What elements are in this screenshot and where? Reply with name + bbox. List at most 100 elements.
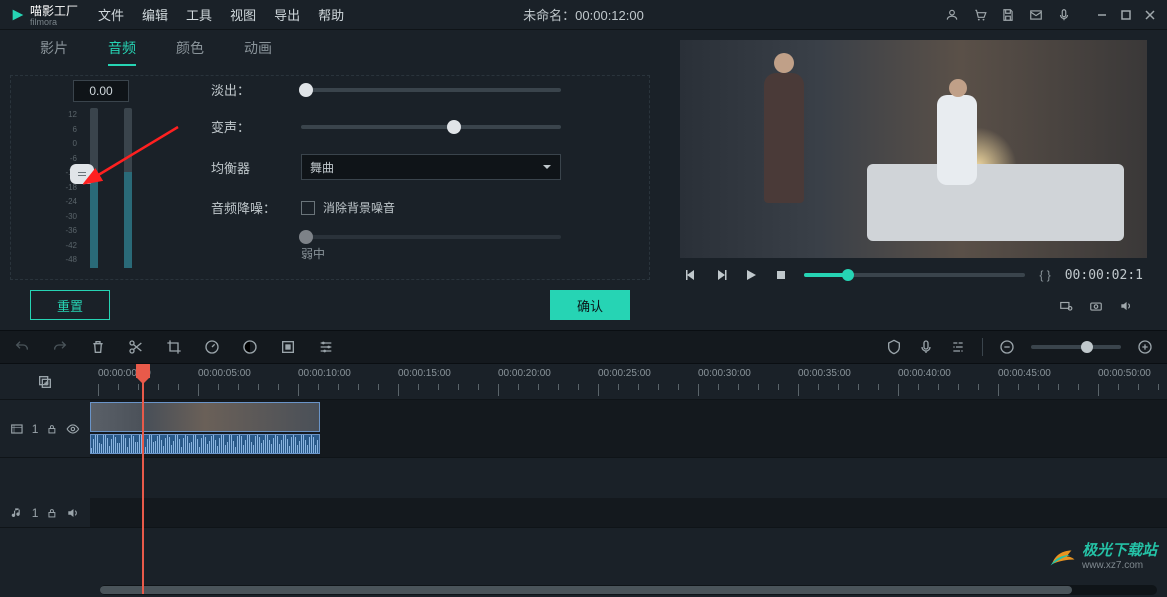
lock-icon[interactable] xyxy=(46,507,58,519)
preview-extra-controls xyxy=(670,292,1157,320)
audio-track-num: 1 xyxy=(32,506,39,520)
playback-progress[interactable] xyxy=(804,273,1025,277)
watermark: 极光下载站 www.xz7.com xyxy=(1046,539,1157,571)
app-name: 喵影工厂 xyxy=(30,4,78,18)
main-menu: 文件 编辑 工具 视图 导出 帮助 xyxy=(98,5,344,24)
quality-icon[interactable] xyxy=(1059,299,1073,313)
tab-video[interactable]: 影片 xyxy=(40,38,68,66)
timeline-toolbar xyxy=(0,330,1167,364)
video-clip[interactable] xyxy=(90,402,320,432)
denoise-checkbox[interactable] xyxy=(301,201,315,215)
timeline-tracks[interactable]: 00:00:00:0000:00:05:0000:00:10:0000:00:1… xyxy=(90,364,1167,594)
mixer-button[interactable] xyxy=(950,339,966,355)
chevron-down-icon xyxy=(542,162,552,172)
audio-controls: 淡出： 变声： 均衡器 舞曲 音频降噪： xyxy=(191,76,649,279)
volume-icon[interactable] xyxy=(1119,299,1133,313)
equalizer-select[interactable]: 舞曲 xyxy=(301,154,561,180)
playback-controls: { } 00:00:02:1 xyxy=(670,258,1157,292)
menu-help[interactable]: 帮助 xyxy=(318,5,344,24)
timeline: 1 1 00:00:00:0000:00:05:0000:00:10:0000:… xyxy=(0,364,1167,594)
menu-file[interactable]: 文件 xyxy=(98,5,124,24)
pitch-slider[interactable] xyxy=(301,125,561,129)
noise-mid-label: 中 xyxy=(313,245,325,262)
color-button[interactable] xyxy=(242,339,258,355)
denoise-slider[interactable] xyxy=(301,235,561,239)
top-right-icons xyxy=(945,8,1157,22)
timeline-scrollbar[interactable] xyxy=(100,585,1157,595)
lock-icon[interactable] xyxy=(46,423,58,435)
next-frame-button[interactable] xyxy=(714,267,730,283)
speed-button[interactable] xyxy=(204,339,220,355)
top-menu-bar: 喵影工厂 filmora 文件 编辑 工具 视图 导出 帮助 未命名：00:00… xyxy=(0,0,1167,30)
equalizer-label: 均衡器 xyxy=(211,158,301,177)
menu-view[interactable]: 视图 xyxy=(230,5,256,24)
document-title: 未命名：00:00:12:00 xyxy=(523,5,644,24)
watermark-text: 极光下载站 xyxy=(1082,539,1157,560)
confirm-button[interactable]: 确认 xyxy=(550,290,630,320)
marker-button[interactable] xyxy=(886,339,902,355)
pitch-label: 变声： xyxy=(211,117,301,136)
watermark-url: www.xz7.com xyxy=(1082,560,1157,571)
redo-button[interactable] xyxy=(52,339,68,355)
preview-frame xyxy=(680,40,1147,258)
properties-panel: 影片 音频 颜色 动画 0.00 1260-6-12-18-24-30-36-4… xyxy=(0,30,660,330)
eye-icon[interactable] xyxy=(66,422,80,436)
menu-tools[interactable]: 工具 xyxy=(186,5,212,24)
marker-braces[interactable]: { } xyxy=(1039,268,1050,282)
menu-export[interactable]: 导出 xyxy=(274,5,300,24)
snapshot-icon[interactable] xyxy=(1089,299,1103,313)
user-icon[interactable] xyxy=(945,8,959,22)
speaker-icon[interactable] xyxy=(66,506,80,520)
volume-thumb[interactable] xyxy=(70,164,94,184)
zoom-slider[interactable] xyxy=(1031,345,1121,349)
tab-audio[interactable]: 音频 xyxy=(108,38,136,66)
close-button[interactable] xyxy=(1143,8,1157,22)
playhead[interactable] xyxy=(142,364,144,594)
audio-track-icon xyxy=(10,506,24,520)
add-track-button[interactable] xyxy=(37,374,53,390)
volume-slider-left[interactable] xyxy=(90,108,98,268)
play-button[interactable] xyxy=(744,267,760,283)
zoom-out-button[interactable] xyxy=(999,339,1015,355)
fadeout-slider[interactable] xyxy=(301,88,561,92)
stop-button[interactable] xyxy=(774,267,790,283)
preview-viewport xyxy=(680,40,1147,258)
timeline-ruler[interactable]: 00:00:00:0000:00:05:0000:00:10:0000:00:1… xyxy=(90,364,1167,400)
menu-edit[interactable]: 编辑 xyxy=(142,5,168,24)
property-tabs: 影片 音频 颜色 动画 xyxy=(10,38,650,73)
zoom-in-button[interactable] xyxy=(1137,339,1153,355)
video-track-icon xyxy=(10,422,24,436)
app-subname: filmora xyxy=(30,17,78,27)
video-track-lane[interactable] xyxy=(90,400,1167,458)
audio-track-lane[interactable] xyxy=(90,498,1167,528)
undo-button[interactable] xyxy=(14,339,30,355)
crop-button[interactable] xyxy=(166,339,182,355)
prev-frame-button[interactable] xyxy=(684,267,700,283)
reset-button[interactable]: 重置 xyxy=(30,290,110,320)
fadeout-label: 淡出： xyxy=(211,80,301,99)
logo-icon xyxy=(10,7,26,23)
audio-clip[interactable] xyxy=(90,434,320,454)
mail-icon[interactable] xyxy=(1029,8,1043,22)
volume-slider-right[interactable] xyxy=(124,108,132,268)
audio-track-header: 1 xyxy=(0,498,90,528)
cart-icon[interactable] xyxy=(973,8,987,22)
mic-icon[interactable] xyxy=(1057,8,1071,22)
delete-button[interactable] xyxy=(90,339,106,355)
video-track-num: 1 xyxy=(32,422,39,436)
volume-value[interactable]: 0.00 xyxy=(73,80,129,102)
greenscreen-button[interactable] xyxy=(280,339,296,355)
track-headers: 1 1 xyxy=(0,364,90,594)
video-track-header: 1 xyxy=(0,400,90,458)
record-button[interactable] xyxy=(918,339,934,355)
split-button[interactable] xyxy=(128,339,144,355)
volume-scale: 1260-6-12-18-24-30-36-42-48 xyxy=(59,108,77,268)
adjust-button[interactable] xyxy=(318,339,334,355)
minimize-button[interactable] xyxy=(1095,8,1109,22)
tab-color[interactable]: 颜色 xyxy=(176,38,204,66)
equalizer-value: 舞曲 xyxy=(310,159,334,176)
maximize-button[interactable] xyxy=(1119,8,1133,22)
save-icon[interactable] xyxy=(1001,8,1015,22)
tab-animation[interactable]: 动画 xyxy=(244,38,272,66)
volume-meter-section: 0.00 1260-6-12-18-24-30-36-42-48 xyxy=(11,76,191,279)
